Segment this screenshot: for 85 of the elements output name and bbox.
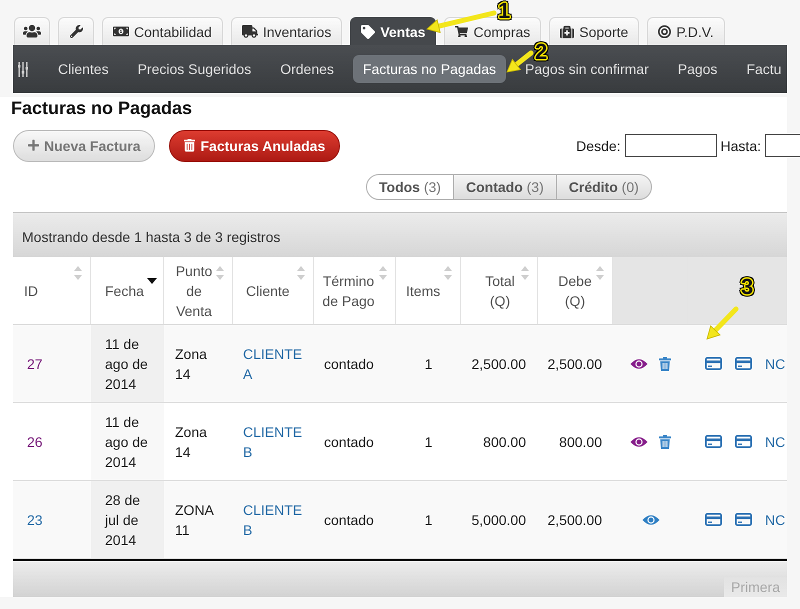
module-tab[interactable]: Compras [444, 17, 542, 45]
column-label: Total (Q) [484, 272, 516, 310]
credit-card-icon[interactable] [735, 435, 752, 448]
eye-icon[interactable] [642, 514, 660, 526]
credit-card-icon[interactable] [705, 357, 722, 370]
module-tab[interactable]: Soporte [549, 17, 640, 45]
column-label: Items [406, 282, 440, 300]
cancelled-invoices-button[interactable]: Facturas Anuladas [169, 130, 340, 162]
table-cell-text: Zona 14 [174, 422, 208, 462]
date-field[interactable] [765, 134, 800, 157]
credit-card-icon[interactable] [735, 513, 752, 526]
module-tab[interactable]: Ventas [350, 17, 436, 45]
banknote-icon [113, 25, 129, 38]
table-cell-text: 1 [424, 432, 434, 452]
table-cell-text: 800.00 [482, 432, 527, 452]
menu-item[interactable]: Precios Sugeridos [128, 55, 262, 83]
credit-note-link[interactable]: NC [765, 356, 786, 372]
payment-filter-button[interactable]: Todos (3) [366, 174, 454, 200]
date-field[interactable] [624, 134, 717, 157]
table-cell-text: contado [323, 354, 375, 374]
sort-descending-icon[interactable] [147, 278, 157, 284]
credit-card-icon[interactable] [705, 513, 722, 526]
page-title: Facturas no Pagadas [11, 97, 194, 119]
module-tab[interactable]: Inventarios [230, 17, 342, 45]
table-cell-text: 5,000.00 [470, 510, 527, 530]
table-cell-text: Zona 14 [174, 344, 208, 384]
table-cell-text: contado [323, 432, 375, 452]
payment-filter-button[interactable]: Contado (3) [452, 174, 557, 200]
client-link[interactable]: CLIENTE B [243, 422, 304, 462]
people-icon [23, 24, 41, 39]
menu-item[interactable]: Pagos [668, 55, 728, 83]
table-cell: 11 de ago de 2014 [91, 325, 164, 402]
new-invoice-button[interactable]: Nueva Factura [13, 130, 156, 162]
client-link[interactable]: CLIENTE B [243, 500, 304, 540]
target-icon [658, 24, 672, 38]
tag-icon [361, 24, 376, 38]
eye-icon[interactable] [630, 358, 648, 370]
trash-icon [184, 139, 196, 152]
table-cell-text: 2,500.00 [470, 354, 527, 374]
plus-icon [28, 139, 39, 152]
trash-icon[interactable] [659, 356, 671, 370]
wrench-icon [70, 25, 82, 38]
credit-note-link[interactable]: NC [765, 434, 786, 450]
column-label: Fecha [105, 282, 144, 300]
medkit-icon [560, 24, 574, 38]
table-cell: 28 de jul de 2014 [91, 481, 164, 558]
sliders-icon[interactable] [18, 62, 28, 76]
table-info: Mostrando desde 1 hasta 3 de 3 registros [13, 212, 787, 257]
module-tab[interactable]: Contabilidad [102, 17, 223, 45]
invoice-link[interactable]: 26 [27, 432, 43, 452]
trash-icon[interactable] [659, 434, 671, 448]
table-cell-text: 1 [424, 354, 434, 374]
column-label: Debe (Q) [558, 272, 592, 310]
cart-icon [455, 26, 468, 38]
credit-card-icon[interactable] [735, 357, 752, 370]
column-label: ID [24, 282, 38, 300]
table-cell-text: 2,500.00 [546, 510, 603, 530]
table-cell-text: 800.00 [558, 432, 603, 452]
module-tab[interactable] [14, 17, 50, 45]
column-label: Punto de Venta [174, 262, 214, 320]
table-cell-text: 2,500.00 [546, 354, 603, 374]
column-label: Cliente [246, 282, 290, 300]
invoice-link[interactable]: 23 [27, 510, 43, 530]
client-link[interactable]: CLIENTE A [243, 344, 304, 384]
table-cell-text: ZONA 11 [174, 500, 215, 540]
table-cell-text: contado [323, 510, 375, 530]
table-cell: 11 de ago de 2014 [91, 403, 164, 480]
callout-number: 3 [741, 276, 754, 298]
callout-arrow [707, 306, 739, 339]
credit-card-icon[interactable] [705, 435, 722, 448]
column-label: Término de Pago [322, 272, 375, 310]
module-tab[interactable]: P.D.V. [647, 17, 725, 45]
eye-icon[interactable] [630, 436, 648, 448]
menu-item[interactable]: Clientes [48, 55, 119, 83]
menu-item[interactable]: Factu [736, 55, 782, 83]
menu-item[interactable]: Ordenes [270, 55, 344, 83]
truck-icon [242, 25, 258, 38]
invoice-link[interactable]: 27 [27, 354, 43, 374]
date-label: Hasta: [720, 138, 761, 154]
table-cell-text: 1 [424, 510, 434, 530]
credit-note-link[interactable]: NC [765, 512, 786, 528]
payment-filter-button[interactable]: Crédito (0) [556, 174, 652, 200]
date-label: Desde: [576, 138, 621, 154]
menu-item[interactable]: Facturas no Pagadas [352, 55, 506, 83]
module-tab[interactable] [58, 17, 94, 45]
